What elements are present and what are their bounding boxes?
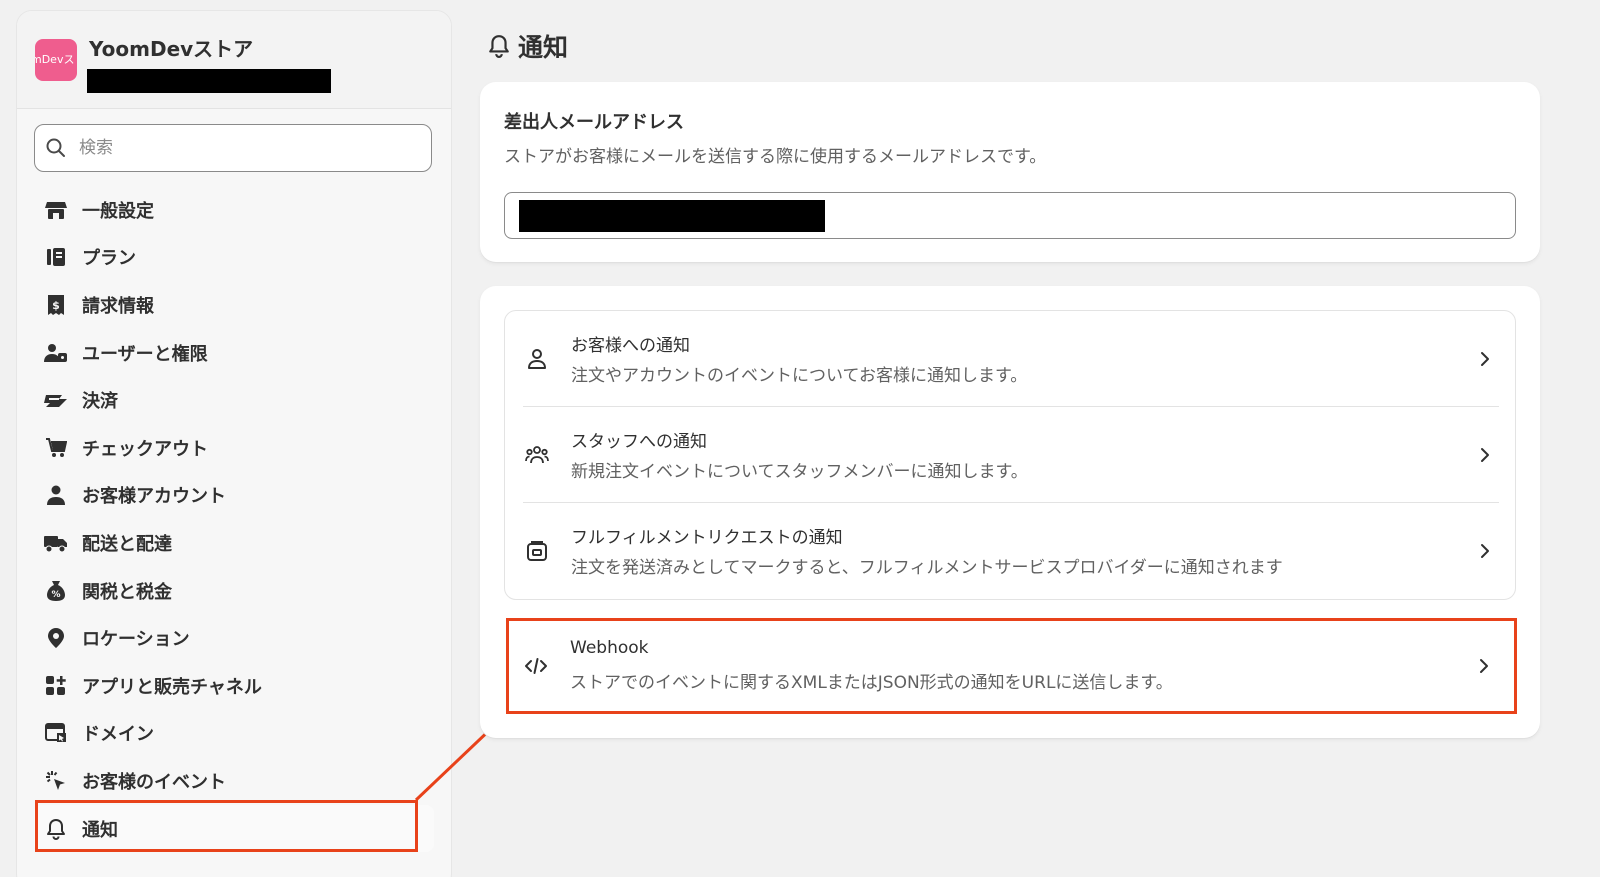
- domain-icon: [44, 721, 68, 745]
- search-icon: [46, 138, 65, 157]
- sidebar-item-apps[interactable]: アプリと販売チャネル: [34, 662, 434, 710]
- sidebar-item-payments[interactable]: 決済: [34, 376, 434, 424]
- sidebar-item-customer-events[interactable]: お客様のイベント: [34, 757, 434, 805]
- chevron-right-icon: [1475, 347, 1495, 371]
- row-description: 新規注文イベントについてスタッフメンバーに通知します。: [571, 462, 1028, 482]
- redacted-store-url: [87, 69, 331, 93]
- chevron-right-icon: [1475, 443, 1495, 467]
- sidebar-item-general[interactable]: 一般設定: [34, 186, 434, 234]
- sidebar-item-domains[interactable]: ドメイン: [34, 710, 434, 758]
- sidebar-item-billing[interactable]: $ 請求情報: [34, 281, 434, 329]
- receipt-icon: $: [44, 293, 68, 317]
- settings-sidebar: mDevス YoomDevストア 一般設定 プラン $ 請求情報 ユーザーと権限…: [16, 10, 452, 877]
- row-title: お客様への通知: [571, 336, 690, 356]
- settings-nav: 一般設定 プラン $ 請求情報 ユーザーと権限 決済 チェックアウト お客様アカ…: [34, 186, 434, 853]
- sidebar-item-label: 決済: [82, 391, 118, 413]
- sidebar-item-customer-accounts[interactable]: お客様アカウント: [34, 472, 434, 520]
- sidebar-item-label: 一般設定: [82, 200, 154, 222]
- apps-icon: [44, 674, 68, 698]
- sidebar-item-taxes[interactable]: % 関税と税金: [34, 567, 434, 615]
- team-icon: [525, 443, 549, 467]
- sidebar-item-label: チェックアウト: [82, 438, 208, 460]
- redacted-email: [519, 200, 825, 232]
- payment-icon: [44, 388, 68, 412]
- search-box[interactable]: [34, 124, 432, 172]
- staff-notifications-row[interactable]: スタッフへの通知 新規注文イベントについてスタッフメンバーに通知します。: [505, 407, 1517, 503]
- row-description: 注文やアカウントのイベントについてお客様に通知します。: [571, 366, 1028, 386]
- sidebar-item-locations[interactable]: ロケーション: [34, 614, 434, 662]
- svg-text:%: %: [51, 590, 60, 600]
- tax-icon: %: [44, 579, 68, 603]
- notifications-highlight-box: [35, 800, 418, 852]
- sender-email-card: 差出人メールアドレス ストアがお客様にメールを送信する際に使用するメールアドレス…: [480, 82, 1540, 262]
- person-icon: [44, 483, 68, 507]
- row-title: フルフィルメントリクエストの通知: [571, 528, 843, 548]
- row-title: スタッフへの通知: [571, 432, 707, 452]
- location-icon: [44, 626, 68, 650]
- truck-icon: [44, 531, 68, 555]
- sidebar-item-plan[interactable]: プラン: [34, 234, 434, 282]
- sender-email-title: 差出人メールアドレス: [504, 112, 684, 133]
- sidebar-item-label: お客様のイベント: [82, 771, 226, 793]
- sidebar-item-label: プラン: [82, 248, 136, 270]
- sidebar-item-label: アプリと販売チャネル: [82, 676, 262, 698]
- package-icon: [525, 539, 549, 563]
- sidebar-item-label: ユーザーと権限: [82, 343, 208, 365]
- fulfillment-notifications-row[interactable]: フルフィルメントリクエストの通知 注文を発送済みとしてマークすると、フルフィルメ…: [505, 503, 1517, 599]
- sidebar-item-label: 関税と税金: [82, 581, 172, 603]
- sidebar-item-label: お客様アカウント: [82, 486, 226, 508]
- cursor-click-icon: [44, 769, 68, 793]
- person-outline-icon: [525, 347, 549, 371]
- notification-list: お客様への通知 注文やアカウントのイベントについてお客様に通知します。 スタッフ…: [504, 310, 1516, 600]
- sender-email-field[interactable]: [504, 192, 1516, 239]
- webhook-highlight-box: [506, 618, 1517, 714]
- sidebar-item-checkout[interactable]: チェックアウト: [34, 424, 434, 472]
- sidebar-item-shipping[interactable]: 配送と配達: [34, 519, 434, 567]
- sidebar-item-label: 配送と配達: [82, 533, 172, 555]
- sidebar-item-users[interactable]: ユーザーと権限: [34, 329, 434, 377]
- customer-notifications-row[interactable]: お客様への通知 注文やアカウントのイベントについてお客様に通知します。: [505, 311, 1517, 407]
- store-name: YoomDevストア: [89, 37, 254, 61]
- row-description: 注文を発送済みとしてマークすると、フルフィルメントサービスプロバイダーに通知され…: [571, 558, 1283, 578]
- sidebar-item-label: ロケーション: [82, 629, 190, 651]
- store-logo: mDevス: [35, 39, 77, 81]
- store-icon: [44, 198, 68, 222]
- page-title-text: 通知: [518, 33, 569, 62]
- plan-icon: [44, 245, 68, 269]
- store-header[interactable]: mDevス YoomDevストア: [17, 11, 451, 109]
- sidebar-item-label: ドメイン: [82, 724, 154, 746]
- svg-text:$: $: [52, 299, 60, 312]
- cart-icon: [44, 436, 68, 460]
- chevron-right-icon: [1475, 539, 1495, 563]
- bell-icon: [488, 34, 510, 58]
- search-input[interactable]: [79, 133, 419, 163]
- users-icon: [44, 341, 68, 365]
- page-title: 通知: [488, 28, 568, 64]
- sender-email-description: ストアがお客様にメールを送信する際に使用するメールアドレスです。: [504, 147, 1047, 167]
- sidebar-item-label: 請求情報: [82, 295, 154, 317]
